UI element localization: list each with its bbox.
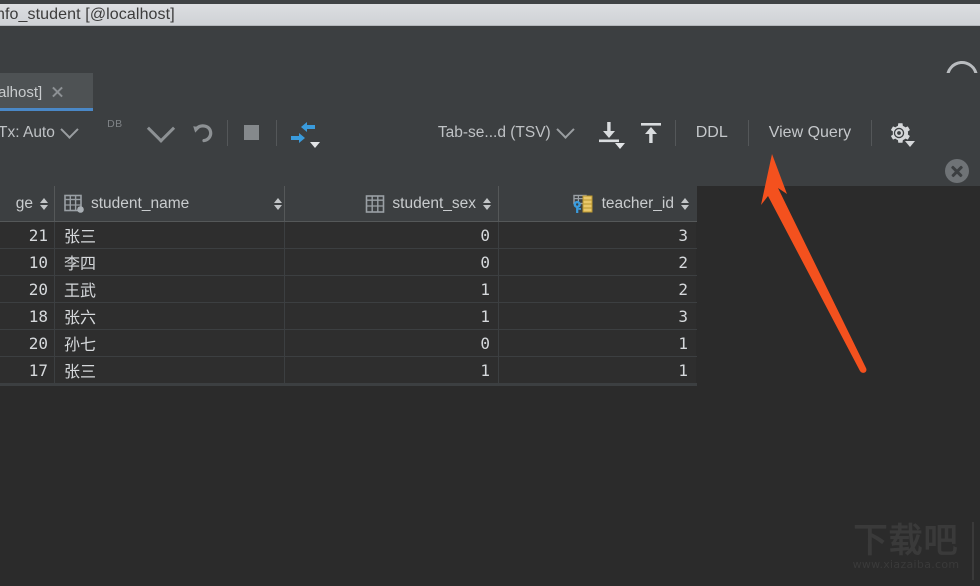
rollback-button[interactable] (188, 119, 218, 147)
undo-icon (192, 123, 214, 143)
db-commit-icon-label: DB (107, 118, 123, 130)
output-format-label: Tab-se...d (TSV) (438, 124, 551, 142)
table-cell-student_name[interactable]: 张六 (55, 303, 285, 329)
table-cell-age[interactable]: 18 (0, 303, 55, 329)
stop-button[interactable] (237, 119, 267, 147)
table-cell-student_name[interactable]: 孙七 (55, 330, 285, 356)
commit-dropdown-button[interactable] (146, 119, 176, 147)
close-circle-icon[interactable] (945, 159, 969, 183)
database-table-window: nfo_student [@localhost] alhost] Tx: Aut… (0, 0, 980, 586)
sort-icon[interactable] (681, 196, 690, 212)
table-cell-teacher_id[interactable]: 3 (499, 303, 696, 329)
column-header-label: teacher_id (602, 195, 674, 213)
upload-icon (638, 120, 664, 146)
toolbar-separator-3 (675, 120, 676, 146)
table-row[interactable]: 20孙七01 (0, 330, 697, 357)
table-row[interactable]: 10李四02 (0, 249, 697, 276)
foreign-key-icon (572, 193, 596, 215)
grid-body: 21张三0310李四0220王武1218张六1320孙七0117张三11 (0, 222, 697, 386)
stop-icon (244, 125, 259, 140)
table-row[interactable]: 18张六13 (0, 303, 697, 330)
sort-icon[interactable] (40, 196, 49, 212)
table-cell-age[interactable]: 20 (0, 276, 55, 302)
tab-localhost[interactable]: alhost] (0, 73, 93, 111)
commit-button[interactable]: DB (98, 119, 132, 147)
result-subbar (0, 154, 980, 186)
table-cell-student_sex[interactable]: 1 (285, 303, 499, 329)
column-header-label: ge (16, 195, 33, 213)
column-header-label: student_name (91, 195, 189, 213)
toolbar-separator-5 (871, 120, 872, 146)
table-cell-student_name[interactable]: 张三 (55, 222, 285, 248)
table-cell-teacher_id[interactable]: 3 (499, 222, 696, 248)
table-icon (364, 193, 386, 215)
table-row[interactable]: 20王武12 (0, 276, 697, 303)
table-cell-age[interactable]: 10 (0, 249, 55, 275)
close-icon[interactable] (50, 85, 64, 99)
table-cell-student_sex[interactable]: 0 (285, 249, 499, 275)
sort-icon[interactable] (274, 196, 283, 212)
export-data-button[interactable] (594, 119, 624, 147)
dropdown-triangle-icon (615, 143, 625, 149)
table-cell-student_sex[interactable]: 1 (285, 357, 499, 383)
table-cell-teacher_id[interactable]: 1 (499, 330, 696, 356)
table-cell-student_name[interactable]: 王武 (55, 276, 285, 302)
sort-icon[interactable] (483, 196, 492, 212)
table-cell-teacher_id[interactable]: 1 (499, 357, 696, 383)
table-cell-age[interactable]: 17 (0, 357, 55, 383)
settings-button[interactable] (881, 118, 917, 148)
tab-label: alhost] (0, 84, 42, 101)
window-title: nfo_student [@localhost] (0, 6, 175, 24)
tx-mode-label: Tx: Auto (0, 124, 55, 142)
grid-header-row: ge student_name (0, 186, 697, 222)
output-format-selector[interactable]: Tab-se...d (TSV) (438, 111, 572, 154)
column-header-age[interactable]: ge (0, 186, 55, 221)
table-cell-age[interactable]: 21 (0, 222, 55, 248)
table-row[interactable]: 17张三11 (0, 357, 697, 384)
column-header-student-sex[interactable]: student_sex (285, 186, 499, 221)
table-cell-teacher_id[interactable]: 2 (499, 276, 696, 302)
view-query-button[interactable]: View Query (758, 111, 862, 154)
table-cell-student_name[interactable]: 李四 (55, 249, 285, 275)
transaction-arrows-icon (289, 121, 317, 145)
table-row[interactable]: 21张三03 (0, 222, 697, 249)
ddl-button[interactable]: DDL (685, 111, 739, 154)
toolbar-separator-4 (748, 120, 749, 146)
watermark-url: www.xiazaiba.com (838, 558, 974, 571)
tx-mode-selector[interactable]: Tx: Auto (0, 111, 82, 154)
column-header-label: student_sex (392, 195, 476, 213)
column-header-student-name[interactable]: student_name (55, 186, 285, 221)
watermark: 下载吧 www.xiazaiba.com (838, 522, 974, 580)
watermark-text: 下载吧 (838, 522, 974, 560)
tab-strip-empty-area (93, 73, 980, 111)
window-titlebar: nfo_student [@localhost] (0, 4, 980, 26)
chevron-down-icon (556, 120, 574, 138)
editor-tab-strip: alhost] (0, 73, 980, 111)
chevron-down-icon (60, 120, 78, 138)
table-cell-student_name[interactable]: 张三 (55, 357, 285, 383)
table-dot-icon (63, 193, 85, 215)
toolbar-separator-2 (276, 120, 277, 146)
import-data-button[interactable] (636, 119, 666, 147)
result-grid: ge student_name (0, 186, 980, 586)
dropdown-triangle-icon (905, 141, 915, 147)
grid-bottom-edge (0, 384, 697, 386)
result-toolbar: Tx: Auto DB (0, 111, 980, 155)
transaction-button[interactable] (286, 119, 320, 147)
dropdown-triangle-icon (310, 142, 320, 148)
table-cell-student_sex[interactable]: 0 (285, 330, 499, 356)
table-cell-student_sex[interactable]: 0 (285, 222, 499, 248)
table-cell-student_sex[interactable]: 1 (285, 276, 499, 302)
watermark-bar (972, 522, 974, 580)
toolbar-separator-1 (227, 120, 228, 146)
table-cell-teacher_id[interactable]: 2 (499, 249, 696, 275)
chevron-down-icon (147, 114, 175, 142)
column-header-teacher-id[interactable]: teacher_id (499, 186, 696, 221)
upper-toolbar-band (0, 27, 980, 74)
table-cell-age[interactable]: 20 (0, 330, 55, 356)
